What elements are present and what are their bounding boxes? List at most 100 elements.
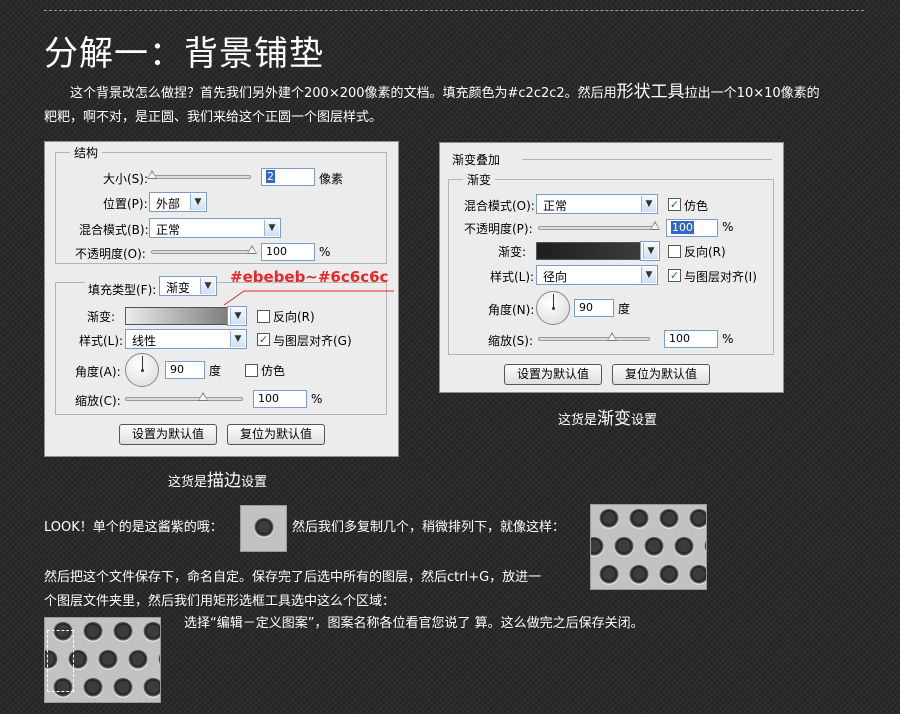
gradient-overlay-title: 渐变叠加 (452, 153, 501, 167)
stroke-caption-post: 设置 (241, 475, 268, 490)
pattern-dot (599, 565, 619, 585)
chevron-down-icon[interactable]: ▼ (264, 220, 279, 236)
pattern-dot (644, 537, 664, 557)
gd-angle-unit: 度 (618, 302, 631, 316)
size-label: 大小(S): (103, 172, 149, 186)
gd-align-label: 与图层对齐(I) (684, 270, 757, 284)
opacity-unit: % (319, 245, 331, 259)
pattern-dot (629, 565, 649, 585)
gd-opacity-unit: % (722, 220, 734, 234)
gd-style-select[interactable]: 径向 ▼ (536, 265, 658, 285)
chevron-down-icon[interactable]: ▼ (230, 308, 245, 324)
circle-dot (254, 518, 274, 538)
selection-dot (143, 622, 160, 642)
gradient-label: 渐变: (87, 310, 116, 324)
gd-align-checkbox[interactable]: ✓ (668, 269, 681, 282)
size-slider[interactable] (147, 170, 251, 179)
gd-gradient-picker-button[interactable]: ▼ (640, 241, 660, 261)
pattern-dot (674, 537, 694, 557)
angle-dial[interactable] (125, 353, 159, 387)
pattern-dot (689, 565, 706, 585)
fill-type-select[interactable]: 渐变 ▼ (159, 276, 217, 296)
pattern-dot (659, 565, 679, 585)
gd-style-value: 径向 (543, 270, 568, 284)
fill-type-value: 渐变 (166, 281, 191, 295)
gradient-picker-button[interactable]: ▼ (227, 306, 247, 326)
section-title: 分解一：背景铺垫 (44, 34, 324, 74)
gd-style-label: 样式(L): (490, 270, 535, 284)
top-divider (44, 10, 864, 11)
circle-pattern-preview (590, 504, 707, 590)
annotation-underline (223, 290, 394, 306)
gd-blend-label: 混合模式(O): (464, 199, 535, 213)
scale-input[interactable]: 100 (253, 390, 307, 408)
structure-group-title: 结构 (70, 144, 103, 161)
gradient-caption-post: 设置 (631, 413, 658, 428)
title-rule (522, 159, 772, 160)
gd-set-default-button[interactable]: 设置为默认值 (504, 364, 602, 385)
align-layer-label: 与图层对齐(G) (273, 334, 352, 348)
dither-label: 仿色 (261, 364, 286, 378)
style-select[interactable]: 线性 ▼ (125, 329, 247, 349)
opacity-slider-thumb[interactable] (247, 245, 257, 254)
gd-scale-input[interactable]: 100 (664, 330, 718, 348)
reverse-checkbox[interactable] (257, 310, 270, 323)
chevron-down-icon[interactable]: ▼ (190, 194, 205, 210)
gd-blend-select[interactable]: 正常 ▼ (536, 194, 658, 214)
look-text-2: 然后我们多复制几个，稍微排列下，就像这样： (292, 520, 566, 535)
gd-scale-slider-thumb[interactable] (607, 332, 618, 341)
gd-angle-input[interactable]: 90 (574, 299, 614, 317)
stroke-caption-pre: 这货是 (168, 475, 208, 490)
angle-input[interactable]: 90 (165, 361, 205, 379)
gd-opacity-slider[interactable] (538, 221, 660, 230)
chevron-down-icon[interactable]: ▼ (643, 243, 658, 259)
gd-dither-checkbox[interactable]: ✓ (668, 198, 681, 211)
gd-blend-value: 正常 (543, 199, 568, 213)
intro-tool-name: 形状工具 (616, 82, 685, 102)
single-circle-preview (240, 505, 287, 552)
gd-reverse-checkbox[interactable] (668, 245, 681, 258)
size-input[interactable]: 2 (261, 168, 315, 186)
selection-dot (143, 678, 160, 698)
dither-checkbox[interactable] (245, 364, 258, 377)
selection-dot (83, 622, 103, 642)
gd-opacity-input[interactable]: 100 (666, 219, 718, 237)
size-slider-thumb[interactable] (147, 170, 157, 179)
angle-label: 角度(A): (75, 365, 121, 379)
reverse-label: 反向(R) (273, 310, 315, 324)
intro-text-3: 粑粑，啊不对，是正圆、我们来给这个正圆一个图层样式。 (44, 110, 383, 125)
stroke-caption-keyword: 描边 (207, 471, 242, 491)
chevron-down-icon[interactable]: ▼ (641, 267, 656, 283)
selection-dot (113, 678, 133, 698)
gd-angle-dial[interactable] (536, 291, 570, 325)
chevron-down-icon[interactable]: ▼ (641, 196, 656, 212)
chevron-down-icon[interactable]: ▼ (200, 278, 215, 294)
save-text-2: 个图层文件夹里，然后我们用矩形选框工具选中这么个区域： (44, 594, 396, 609)
gradient-caption-pre: 这货是 (558, 413, 598, 428)
style-label: 样式(L): (79, 334, 124, 348)
reset-default-button[interactable]: 复位为默认值 (227, 424, 325, 445)
gd-gradient-swatch[interactable] (536, 242, 642, 260)
style-value: 线性 (132, 334, 157, 348)
intro-text-2: 拉出一个10×10像素的 (684, 86, 820, 101)
align-layer-checkbox[interactable]: ✓ (257, 333, 270, 346)
gd-reset-default-button[interactable]: 复位为默认值 (612, 364, 710, 385)
scale-slider-thumb[interactable] (198, 392, 209, 401)
chevron-down-icon[interactable]: ▼ (230, 331, 245, 347)
pattern-dot (659, 509, 679, 529)
blend-mode-select[interactable]: 正常 ▼ (149, 218, 281, 238)
opacity-slider[interactable] (151, 245, 257, 254)
gd-scale-slider[interactable] (538, 332, 650, 341)
gd-opacity-slider-thumb[interactable] (650, 221, 660, 230)
intro-text-1: 这个背景改怎么做捏？首先我们另外建个200×200像素的文档。填充颜色为#c2c… (70, 86, 617, 101)
look-text-1: LOOK！单个的是这酱紫的哦： (44, 520, 223, 535)
angle-unit: 度 (209, 364, 222, 378)
define-pattern-text: 选择“编辑－定义图案”，图案名称各位看官您说了 算。这么做完之后保存关闭。 (184, 616, 644, 631)
scale-slider[interactable] (125, 392, 243, 401)
position-select[interactable]: 外部 ▼ (149, 192, 207, 212)
set-default-button[interactable]: 设置为默认值 (119, 424, 217, 445)
stroke-caption: 这货是描边设置 (168, 466, 267, 491)
fill-type-label: 填充类型(F): (85, 281, 160, 298)
intro-paragraph: 这个背景改怎么做捏？首先我们另外建个200×200像素的文档。填充颜色为#c2c… (44, 80, 874, 130)
opacity-input[interactable]: 100 (261, 243, 315, 261)
